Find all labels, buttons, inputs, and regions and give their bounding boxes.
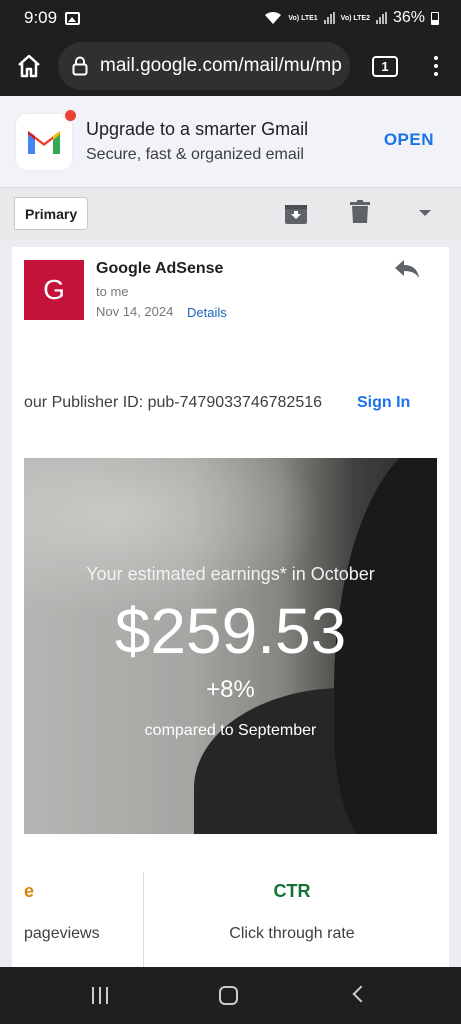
recent-apps-button[interactable]: [92, 987, 108, 1004]
signal-icon-2: [375, 12, 387, 24]
browser-toolbar: mail.google.com/mail/mu/mp 1: [0, 36, 461, 96]
primary-label-button[interactable]: Primary: [14, 197, 89, 230]
gmail-m-icon: [28, 130, 60, 154]
tab-count: 1: [381, 58, 389, 74]
trash-icon[interactable]: [350, 200, 370, 224]
system-nav-bar: [0, 967, 461, 1024]
publisher-id-text: our Publisher ID: pub-7479033746782516: [24, 394, 323, 411]
gmail-logo: [16, 107, 78, 170]
earnings-change: +8%: [206, 676, 255, 703]
signal-icon-1: [323, 12, 335, 24]
reply-icon[interactable]: [394, 259, 420, 279]
email-toolbar: Primary: [0, 187, 461, 239]
earnings-label: Your estimated earnings* in October: [86, 564, 375, 584]
earnings-hero-image: Your estimated earnings* in October $259…: [24, 458, 437, 834]
archive-icon[interactable]: [284, 202, 308, 226]
status-time: 9:09: [24, 8, 58, 27]
sender-name: Google AdSense: [96, 260, 224, 277]
tab-switcher-button[interactable]: 1: [372, 55, 398, 77]
recipient-label: to me: [96, 284, 129, 299]
status-indicators: Vo) LTE1 Vo) LTE2 36%: [264, 9, 439, 27]
earnings-compare-text: compared to September: [144, 722, 317, 739]
promo-title: Upgrade to a smarter Gmail: [86, 119, 309, 139]
ctr-title: CTR: [273, 881, 311, 901]
notification-dot: [63, 107, 78, 123]
details-link[interactable]: Details: [187, 305, 227, 320]
sim1-label: Vo) LTE1: [288, 14, 318, 22]
metric-divider: [143, 872, 144, 967]
metric-left-subtitle: pageviews: [24, 925, 100, 942]
email-message: G Google AdSense to me Nov 14, 2024 Deta…: [12, 247, 449, 967]
url-text[interactable]: mail.google.com/mail/mu/mp: [100, 55, 342, 77]
sign-in-link[interactable]: Sign In: [357, 394, 410, 412]
battery-icon: [431, 11, 439, 25]
open-app-button[interactable]: OPEN: [384, 130, 434, 150]
wifi-icon: [265, 11, 282, 24]
back-nav-button[interactable]: [352, 985, 370, 1003]
more-vert-icon[interactable]: [434, 56, 438, 76]
home-nav-button[interactable]: [219, 986, 238, 1005]
sender-avatar: G: [24, 260, 84, 320]
metric-left-title: e: [24, 881, 35, 901]
earnings-amount: $259.53: [114, 595, 347, 667]
lock-icon[interactable]: [72, 56, 88, 76]
sim2-label: Vo) LTE2: [340, 14, 370, 22]
home-icon: [18, 54, 40, 78]
status-bar: 9:09 Vo) LTE1 Vo) LTE2 36%: [0, 0, 461, 36]
dropdown-icon[interactable]: [419, 210, 431, 216]
ctr-subtitle: Click through rate: [229, 925, 355, 942]
battery-percent: 36%: [392, 9, 425, 26]
home-button[interactable]: [0, 36, 58, 96]
gallery-notification-icon: [65, 11, 81, 25]
email-date: Nov 14, 2024: [96, 304, 174, 319]
gmail-upgrade-banner: Upgrade to a smarter Gmail Secure, fast …: [0, 96, 461, 187]
address-bar[interactable]: mail.google.com/mail/mu/mp: [58, 42, 350, 90]
promo-subtitle: Secure, fast & organized email: [86, 146, 304, 163]
